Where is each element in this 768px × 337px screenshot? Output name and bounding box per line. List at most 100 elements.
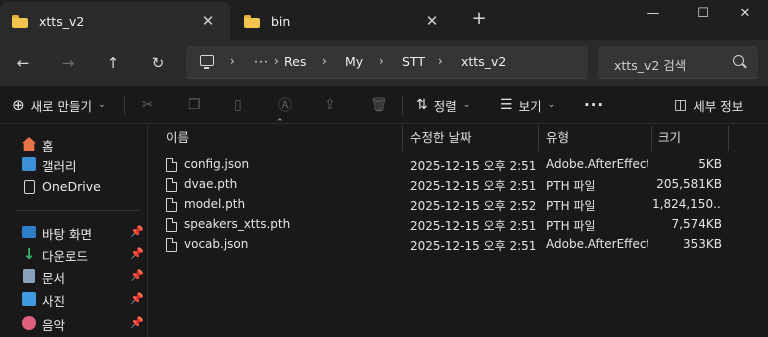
breadcrumb-item-my[interactable]: My: [345, 54, 363, 69]
sidebar-item-label: 사진: [42, 294, 66, 309]
sidebar-item-music[interactable]: 음악 📌: [0, 312, 147, 334]
breadcrumb-item-stt[interactable]: STT: [402, 54, 425, 69]
new-button[interactable]: ⊕ 새로 만들기 ⌄: [12, 86, 106, 124]
sort-button[interactable]: ⇅ 정렬 ⌄: [416, 86, 470, 124]
file-row-vocab-json[interactable]: vocab.json 2025-12-15 오후 2:51 Adobe.Afte…: [148, 235, 768, 255]
tab-xtts-v2[interactable]: xtts_v2 ✕: [0, 2, 230, 40]
column-separator[interactable]: [538, 126, 539, 151]
search-icon[interactable]: [733, 55, 744, 66]
divider: [124, 95, 125, 115]
tab-bin[interactable]: bin ✕: [232, 2, 454, 40]
column-header-type[interactable]: 유형: [546, 124, 569, 151]
sidebar-item-desktop[interactable]: 바탕 화면 📌: [0, 221, 147, 243]
back-button[interactable]: ←: [10, 50, 36, 76]
file-size: 1,824,150...: [652, 197, 722, 211]
column-separator[interactable]: [651, 126, 652, 151]
chevron-down-icon: ⌄: [547, 100, 556, 110]
sidebar-item-documents[interactable]: 문서 📌: [0, 265, 147, 287]
file-modified: 2025-12-15 오후 2:52: [410, 199, 537, 213]
view-list-icon: ☰: [500, 97, 513, 113]
up-button[interactable]: ↑: [100, 50, 126, 76]
pin-icon[interactable]: 📌: [130, 269, 144, 282]
sidebar-item-downloads[interactable]: ↓ 다운로드 📌: [0, 243, 147, 265]
sidebar-item-label: OneDrive: [42, 179, 101, 194]
more-options-button[interactable]: ···: [584, 86, 604, 124]
file-type: PTH 파일: [546, 199, 596, 213]
file-row-speakers-xtts-pth[interactable]: speakers_xtts.pth 2025-12-15 오후 2:51 PTH…: [148, 215, 768, 235]
column-separator[interactable]: [402, 126, 403, 151]
close-window-button[interactable]: ✕: [722, 0, 768, 34]
maximize-button[interactable]: ☐: [680, 0, 726, 34]
file-size: 5KB: [698, 157, 722, 171]
sidebar-item-label: 갤러리: [42, 159, 77, 174]
sidebar-item-label: 바탕 화면: [42, 227, 92, 242]
details-pane-icon: ◫: [674, 97, 688, 113]
clipboard-icon: ▯: [234, 97, 242, 113]
chevron-right-icon[interactable]: ›: [230, 54, 235, 68]
pin-icon[interactable]: 📌: [130, 292, 144, 305]
rename-icon: Ⓐ: [278, 98, 292, 114]
plus-circle-icon: ⊕: [12, 96, 25, 114]
address-bar[interactable]: › ··· › Res › My › STT › xtts_v2: [186, 46, 588, 79]
tab-label: xtts_v2: [39, 13, 85, 29]
pictures-icon: [22, 292, 36, 306]
file-name: dvae.pth: [184, 177, 238, 191]
column-header-size[interactable]: 크기: [658, 124, 681, 151]
chevron-right-icon[interactable]: ›: [274, 54, 279, 68]
column-header-modified[interactable]: 수정한 날짜: [410, 124, 471, 151]
new-tab-button[interactable]: +: [468, 8, 490, 30]
pin-icon[interactable]: 📌: [130, 316, 144, 329]
share-button[interactable]: ⇪: [324, 86, 342, 124]
search-input[interactable]: xtts_v2 검색: [598, 46, 758, 79]
breadcrumb-item-res[interactable]: Res: [284, 54, 306, 69]
pin-icon[interactable]: 📌: [130, 225, 144, 238]
sidebar-item-label: 문서: [42, 271, 66, 286]
scissors-icon: ✂: [142, 97, 154, 113]
file-size: 7,574KB: [671, 217, 722, 231]
sidebar-item-label: 다운로드: [42, 249, 89, 264]
file-list: ⌃ 이름 수정한 날짜 유형 크기 config.json 2025-12-15…: [148, 118, 768, 337]
chevron-right-icon[interactable]: ›: [379, 54, 384, 68]
cut-button[interactable]: ✂: [142, 86, 160, 124]
chevron-right-icon[interactable]: ›: [322, 54, 327, 68]
sidebar-item-gallery[interactable]: 갤러리: [0, 153, 147, 175]
column-header-name[interactable]: 이름: [166, 124, 189, 151]
close-tab-icon[interactable]: ✕: [200, 13, 216, 29]
close-tab-icon[interactable]: ✕: [424, 13, 440, 29]
minimize-button[interactable]: —: [630, 0, 676, 34]
home-icon: [22, 137, 36, 151]
this-pc-icon[interactable]: [200, 55, 214, 69]
details-button[interactable]: ◫ 세부 정보: [674, 86, 743, 124]
paste-button[interactable]: ▯: [234, 86, 248, 124]
share-icon: ⇪: [324, 97, 336, 113]
download-icon: ↓: [22, 245, 36, 263]
chevron-right-icon[interactable]: ›: [438, 54, 443, 68]
refresh-button[interactable]: ↻: [145, 50, 171, 76]
file-name: vocab.json: [184, 237, 249, 251]
delete-button[interactable]: 🗑: [370, 86, 394, 124]
chevron-down-icon: ⌄: [462, 100, 471, 110]
column-separator[interactable]: [728, 126, 729, 151]
sort-arrow-icon: ⌃: [276, 118, 284, 128]
file-row-model-pth[interactable]: model.pth 2025-12-15 오후 2:52 PTH 파일 1,82…: [148, 195, 768, 215]
sidebar-item-pictures[interactable]: 사진 📌: [0, 288, 147, 310]
copy-button[interactable]: ❐: [188, 86, 207, 124]
sidebar-item-home[interactable]: 홈: [0, 133, 147, 155]
sidebar-item-onedrive[interactable]: OneDrive: [0, 176, 147, 198]
sort-icon: ⇅: [416, 97, 428, 113]
desktop-icon: [22, 226, 36, 238]
file-row-config-json[interactable]: config.json 2025-12-15 오후 2:51 Adobe.Aft…: [148, 155, 768, 175]
file-row-dvae-pth[interactable]: dvae.pth 2025-12-15 오후 2:51 PTH 파일 205,5…: [148, 175, 768, 195]
file-name: speakers_xtts.pth: [184, 217, 291, 231]
pin-icon[interactable]: 📌: [130, 247, 144, 260]
breadcrumb-overflow[interactable]: ···: [254, 54, 269, 69]
forward-button[interactable]: →: [55, 50, 81, 76]
breadcrumb-item-xtts-v2[interactable]: xtts_v2: [461, 54, 506, 69]
file-name: model.pth: [184, 197, 246, 211]
view-button[interactable]: ☰ 보기 ⌄: [500, 86, 555, 124]
folder-icon: [12, 14, 28, 28]
documents-icon: [23, 269, 35, 283]
title-bar: xtts_v2 ✕ bin ✕ + — ☐ ✕: [0, 0, 768, 40]
file-modified: 2025-12-15 오후 2:51: [410, 159, 537, 173]
command-bar: ⊕ 새로 만들기 ⌄ ✂ ❐ ▯ Ⓐ ⇪ 🗑 ⇅ 정렬 ⌄ ☰ 보기 ⌄ ···…: [0, 86, 768, 124]
